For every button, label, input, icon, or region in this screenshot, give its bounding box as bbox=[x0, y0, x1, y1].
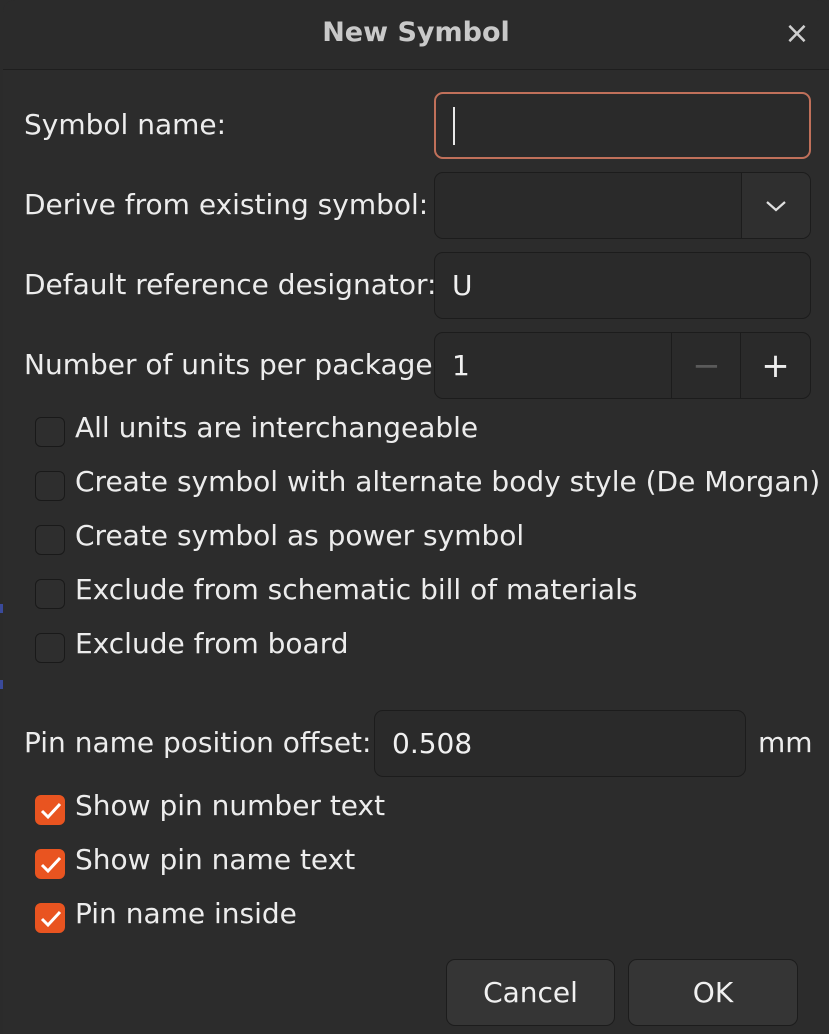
check-icon bbox=[40, 910, 62, 928]
check-icon bbox=[40, 856, 62, 874]
units-per-package-spinbox[interactable]: 1 − + bbox=[434, 332, 811, 399]
derive-from-label: Derive from existing symbol: bbox=[24, 188, 429, 221]
new-symbol-dialog: New Symbol × Symbol name: Derive from ex… bbox=[3, 0, 829, 1034]
checkbox-box[interactable] bbox=[35, 633, 65, 663]
pin-name-offset-input[interactable]: 0.508 bbox=[374, 710, 746, 777]
reference-designator-input[interactable]: U bbox=[434, 252, 811, 319]
pin-name-offset-value: 0.508 bbox=[392, 727, 473, 760]
plus-icon: + bbox=[761, 345, 790, 386]
pin-name-offset-unit: mm bbox=[758, 726, 813, 759]
close-icon: × bbox=[784, 16, 810, 51]
pin-name-offset-label: Pin name position offset: bbox=[24, 726, 372, 759]
reference-designator-value: U bbox=[452, 269, 473, 302]
units-per-package-value: 1 bbox=[452, 349, 470, 382]
check-icon bbox=[40, 802, 62, 820]
increment-button[interactable]: + bbox=[740, 333, 810, 398]
close-button[interactable]: × bbox=[777, 14, 817, 54]
symbol-name-input[interactable] bbox=[434, 92, 811, 159]
checkbox-label: Pin name inside bbox=[75, 897, 297, 930]
cancel-button[interactable]: Cancel bbox=[446, 959, 615, 1026]
checkbox-box[interactable] bbox=[35, 525, 65, 555]
checkbox-label: Show pin name text bbox=[75, 843, 356, 876]
decrement-button[interactable]: − bbox=[671, 333, 741, 398]
minus-icon: − bbox=[692, 345, 721, 386]
checkbox-label: Exclude from schematic bill of materials bbox=[75, 573, 638, 606]
ok-button[interactable]: OK bbox=[628, 959, 798, 1026]
checkbox-box[interactable] bbox=[35, 903, 65, 933]
checkbox-label: Create symbol as power symbol bbox=[75, 519, 525, 552]
units-per-package-label: Number of units per package: bbox=[24, 348, 443, 381]
derive-from-combobox[interactable] bbox=[434, 172, 811, 239]
dropdown-button[interactable] bbox=[741, 173, 810, 238]
checkbox-box[interactable] bbox=[35, 579, 65, 609]
checkbox-box[interactable] bbox=[35, 471, 65, 501]
checkbox-label: Exclude from board bbox=[75, 627, 349, 660]
checkbox-label: Create symbol with alternate body style … bbox=[75, 465, 821, 498]
checkbox-label: Show pin number text bbox=[75, 789, 386, 822]
title-bar: New Symbol × bbox=[3, 0, 829, 70]
reference-designator-label: Default reference designator: bbox=[24, 268, 437, 301]
checkbox-box[interactable] bbox=[35, 417, 65, 447]
text-caret bbox=[453, 107, 455, 145]
dialog-title: New Symbol bbox=[322, 17, 510, 48]
checkbox-box[interactable] bbox=[35, 795, 65, 825]
chevron-down-icon bbox=[766, 200, 786, 211]
checkbox-box[interactable] bbox=[35, 849, 65, 879]
symbol-name-label: Symbol name: bbox=[24, 108, 227, 141]
checkbox-label: All units are interchangeable bbox=[75, 411, 479, 444]
